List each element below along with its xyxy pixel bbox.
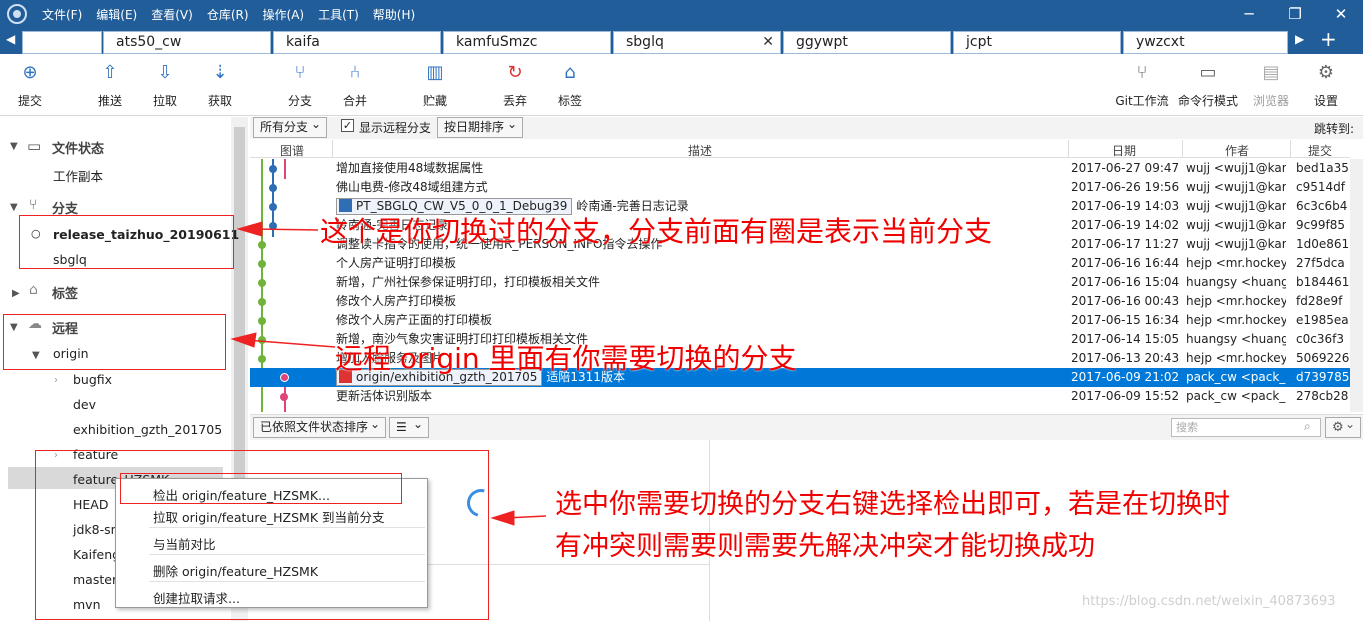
annotation-checkout-1: 选中你需要切换的分支右键选择检出即可，若是在切换时	[555, 489, 1230, 520]
watermark: https://blog.csdn.net/weixin_40873693	[1082, 594, 1336, 609]
annotation-remote-origin: 远程 origin 里面有你需要切换的分支	[335, 342, 797, 375]
annotation-current-branch: 这个是你切换过的分支，分支前面有圈是表示当前分支	[320, 215, 993, 248]
annotation-checkout-2: 有冲突则需要则需要先解决冲突才能切换成功	[555, 531, 1095, 562]
